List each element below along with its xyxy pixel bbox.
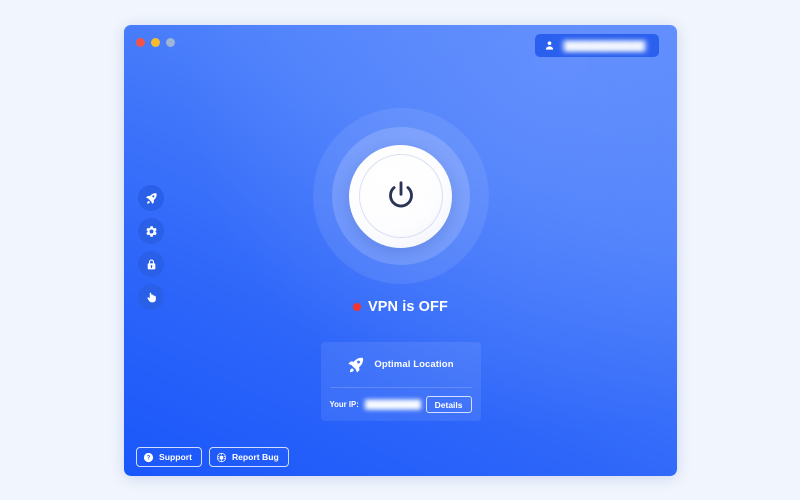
status-text: VPN is OFF [368, 299, 448, 315]
account-name: ████████████ [562, 39, 647, 52]
account-badge[interactable]: ████████████ [535, 34, 659, 57]
rocket-icon [145, 192, 157, 204]
gear-icon [145, 225, 157, 237]
vpn-app-window: ████████████ VPN is OFF Optimal Location… [124, 25, 677, 476]
power-button-area [312, 108, 489, 284]
report-bug-button-label: Report Bug [231, 452, 279, 462]
person-icon [545, 41, 554, 50]
footer: ? Support Report Bug [136, 447, 289, 467]
svg-text:?: ? [147, 455, 151, 461]
screen: ████████████ VPN is OFF Optimal Location… [0, 0, 800, 500]
power-toggle-button[interactable] [349, 144, 452, 248]
status-indicator-dot [353, 303, 362, 311]
location-label: Optimal Location [374, 359, 454, 370]
rocket-icon [349, 357, 364, 372]
support-button[interactable]: ? Support [136, 447, 202, 467]
bug-icon [216, 452, 227, 462]
ip-label: Your IP: [329, 400, 359, 409]
power-icon [388, 181, 413, 208]
close-window-button[interactable] [136, 38, 145, 47]
support-button-label: Support [159, 452, 192, 462]
details-button[interactable]: Details [425, 396, 472, 413]
ip-value: █████████████ [363, 399, 421, 410]
question-icon: ? [143, 452, 154, 462]
sidebar [138, 185, 170, 310]
zoom-window-button[interactable] [166, 38, 175, 47]
location-card[interactable]: Optimal Location Your IP: █████████████ … [320, 342, 481, 421]
sidebar-item-security[interactable] [138, 251, 164, 277]
sidebar-item-quick-connect[interactable] [138, 185, 164, 211]
titlebar: ████████████ [124, 25, 677, 67]
report-bug-button[interactable]: Report Bug [208, 447, 289, 467]
optimal-location-row[interactable]: Optimal Location [321, 342, 481, 387]
lock-icon [147, 258, 155, 269]
vpn-status: VPN is OFF [124, 299, 677, 315]
ip-row: Your IP: █████████████ Details [321, 388, 481, 421]
minimize-window-button[interactable] [151, 38, 160, 47]
sidebar-item-settings[interactable] [138, 218, 164, 244]
